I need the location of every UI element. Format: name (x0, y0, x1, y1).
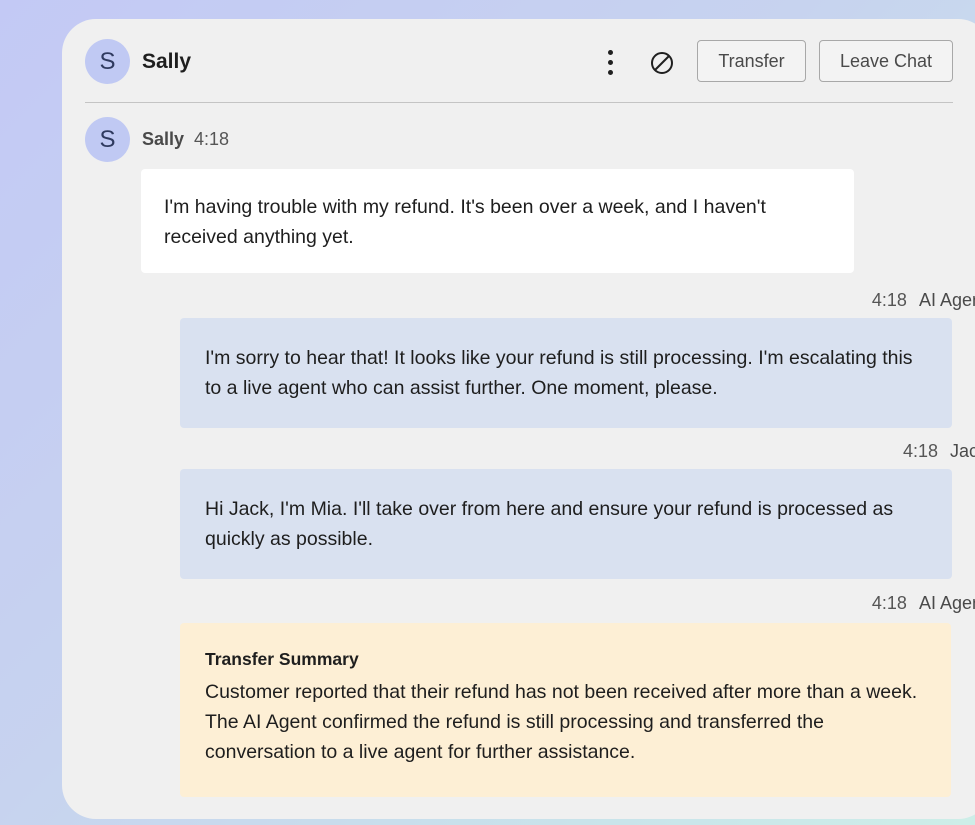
sender-name: Jack (949, 441, 975, 461)
message-bubble: I'm having trouble with my refund. It's … (141, 169, 854, 273)
message-time: 4:18 (194, 129, 230, 149)
block-button[interactable] (647, 49, 677, 77)
chat-panel: S Sally Transfer Leave Chat S Sally 4:18 … (62, 19, 975, 819)
message-time: 4:18 (871, 593, 907, 613)
more-vertical-icon (607, 49, 613, 55)
transfer-summary: Transfer Summary Customer reported that … (180, 623, 951, 797)
leave-chat-button[interactable]: Leave Chat (819, 40, 953, 82)
sender-name: AI Agent (918, 593, 975, 613)
block-icon (651, 52, 673, 74)
message-meta: 4:18 AI Agent (872, 593, 975, 614)
message-meta: 4:18 Jack (903, 441, 975, 462)
chat-header: S Sally Transfer Leave Chat (85, 19, 953, 103)
message-time: 4:18 (871, 290, 907, 310)
avatar: S (85, 39, 130, 84)
message-bubble: Hi Jack, I'm Mia. I'll take over from he… (180, 469, 952, 579)
message-meta: Sally 4:18 (142, 129, 229, 150)
avatar: S (85, 117, 130, 162)
summary-title: Transfer Summary (205, 649, 359, 669)
message-meta: 4:18 AI Agent (872, 290, 975, 311)
message-bubble: I'm sorry to hear that! It looks like yo… (180, 318, 952, 428)
summary-body: Customer reported that their refund has … (205, 681, 918, 763)
message-time: 4:18 (902, 441, 938, 461)
more-options-button[interactable] (595, 45, 625, 79)
sender-name: Sally (142, 129, 185, 149)
sender-name: AI Agent (918, 290, 975, 310)
contact-name: Sally (142, 50, 192, 73)
transfer-button[interactable]: Transfer (697, 40, 806, 82)
